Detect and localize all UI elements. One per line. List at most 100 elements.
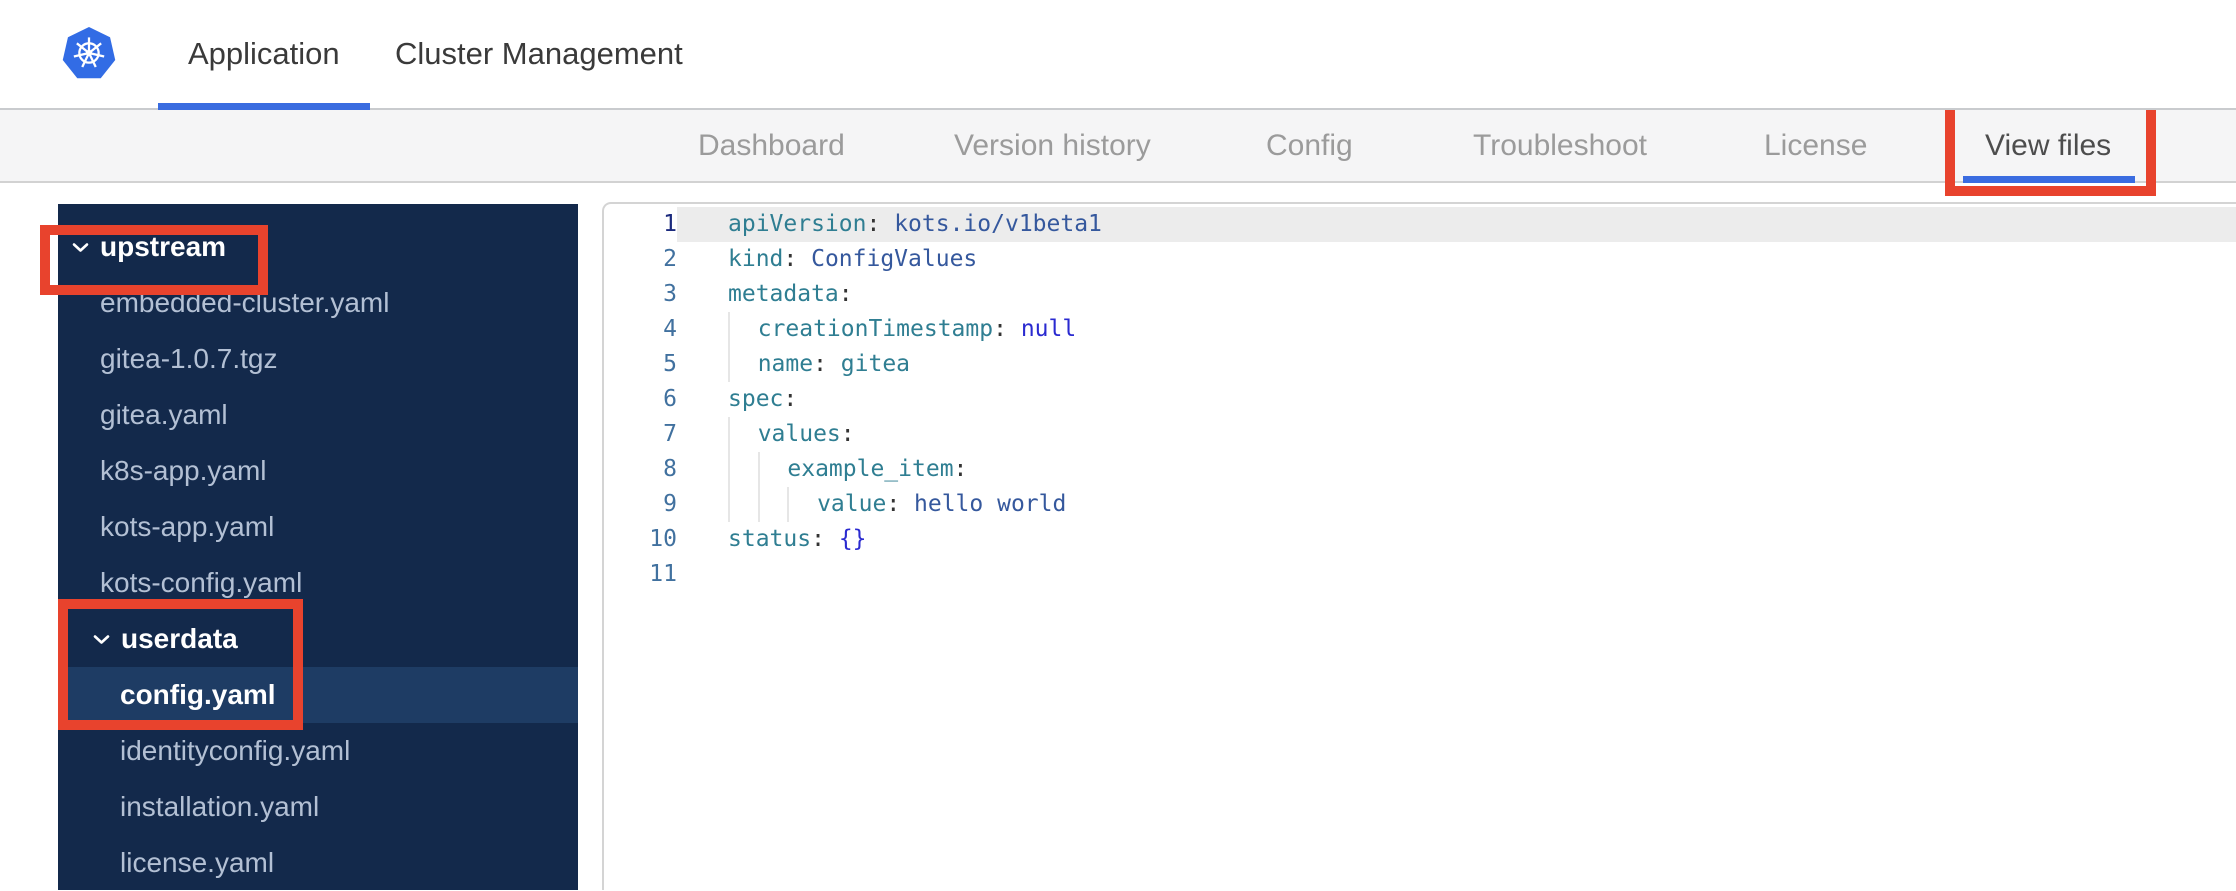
code-line: 2 kind: ConfigValues [604,242,2236,277]
line-number: 6 [663,386,677,412]
code-text: example_item: [677,452,2236,487]
file-label: license.yaml [120,847,275,878]
file-label: k8s-app.yaml [100,455,267,486]
code-line: 6 spec: [604,382,2236,417]
chevron-down-icon[interactable] [93,634,110,645]
folder-label: upstream [100,231,227,262]
token-key: apiVersion [728,211,867,237]
file-tree-sidebar: upstream embedded-cluster.yaml gitea-1.0.7… [40,204,578,891]
token-key: value [817,491,887,517]
token-punct: : [838,281,853,307]
file-label: installation.yaml [120,791,320,822]
code-line: 9 value: hello world [604,487,2236,522]
nav-tab-label: Troubleshoot [1473,128,1647,162]
token-key: name [757,351,814,377]
code-text: name: gitea [677,347,2236,382]
code-text: creationTimestamp: null [677,312,2236,347]
sidebar-item-gitea-1-0-7-tgz[interactable]: gitea-1.0.7.tgz [58,331,578,387]
code-text: values: [677,417,2236,452]
token-punct [825,522,839,557]
file-label: identityconfig.yaml [120,735,351,766]
sidebar-item-upstream[interactable]: upstream [40,219,578,295]
token-punct: : [840,421,855,447]
code-line: 7 values: [604,417,2236,452]
sidebar-item-config-yaml[interactable]: config.yaml [58,667,578,723]
sidebar-item-userdata[interactable]: userdata [58,611,578,667]
token-key: example_item [787,456,954,482]
nav-tab-view-files[interactable]: View files [1945,98,2157,196]
line-number: 9 [663,491,677,517]
nav-tab-label: Dashboard [698,128,845,162]
kubernetes-logo-icon [62,27,116,79]
nav-tab-license[interactable]: License [1764,110,1867,181]
code-line: 11 [604,557,2236,592]
token-key: creationTimestamp [757,316,994,342]
folder-label: userdata [121,623,238,654]
token-punct: : [866,211,881,237]
token-key: gitea [826,351,911,377]
line-number: 7 [663,421,677,447]
token-kw: null [1020,316,1077,342]
chevron-down-icon[interactable] [72,242,89,253]
line-number: 11 [649,561,677,587]
sidebar-item-installation-yaml[interactable]: installation.yaml [58,779,578,835]
sidebar-item-kots-config-yaml[interactable]: kots-config.yaml [58,555,578,611]
line-number: 1 [663,211,677,237]
code-text: value: hello world [677,487,2236,522]
token-val: hello world [900,491,1067,517]
line-number: 4 [663,316,677,342]
sidebar-item-embedded-cluster-yaml[interactable]: embedded-cluster.yaml [58,275,578,331]
token-key: metadata [728,281,839,307]
indent-guide [757,452,788,487]
file-label: kots-config.yaml [100,567,303,598]
indent-guide [787,487,817,522]
token-val: ConfigValues [797,246,978,272]
token-kw: {} [838,526,867,552]
token-punct: : [813,351,827,377]
line-number: 8 [663,456,677,482]
token-val: kots.io/v1beta1 [880,211,1102,237]
indent-guide [728,452,758,487]
token-punct [1007,312,1021,347]
file-label: gitea.yaml [100,399,228,430]
indent-guide [728,417,758,452]
code-text: metadata: [677,277,2236,312]
line-number: 10 [649,526,677,552]
nav-tab-config[interactable]: Config [1266,110,1353,181]
nav-tab-version-history[interactable]: Version history [954,110,1151,181]
app-header: Application Cluster Management [0,0,2236,110]
sidebar-item-kots-app-yaml[interactable]: kots-app.yaml [58,499,578,555]
line-number: 2 [663,246,677,272]
nav-tab-dashboard[interactable]: Dashboard [698,110,845,181]
nav-tab-troubleshoot[interactable]: Troubleshoot [1473,110,1647,181]
sidebar-item-license-yaml[interactable]: license.yaml [58,835,578,891]
sidebar-item-k8s-app-yaml[interactable]: k8s-app.yaml [58,443,578,499]
indent-guide [757,487,788,522]
token-punct: : [811,526,825,552]
active-tab-underline [1963,176,2136,183]
token-punct: : [783,246,798,272]
code-line: 1 apiVersion: kots.io/v1beta1 [604,207,2236,242]
code-line: 4 creationTimestamp: null [604,312,2236,347]
header-tab-application[interactable]: Application [158,0,370,110]
file-label: config.yaml [120,679,276,710]
code-line: 3 metadata: [604,277,2236,312]
token-punct: : [886,491,901,517]
token-key: values [757,421,841,447]
sidebar-item-identityconfig-yaml[interactable]: identityconfig.yaml [58,723,578,779]
token-punct: : [993,316,1007,342]
nav-tab-label: Config [1266,128,1353,162]
indent-guide [728,312,758,347]
token-punct: : [953,456,968,482]
code-line: 10 status: {} [604,522,2236,557]
code-line: 8 example_item: [604,452,2236,487]
token-key: spec [728,386,784,412]
sidebar-item-gitea-yaml[interactable]: gitea.yaml [58,387,578,443]
code-text: kind: ConfigValues [677,242,2236,277]
file-content-viewer[interactable]: 1 apiVersion: kots.io/v1beta1 2 kind: Confi… [602,202,2236,890]
token-key: kind [728,246,784,272]
code-text: status: {} [677,522,2236,557]
nav-tab-label: License [1764,128,1868,162]
header-tab-cluster-management[interactable]: Cluster Management [395,0,683,108]
